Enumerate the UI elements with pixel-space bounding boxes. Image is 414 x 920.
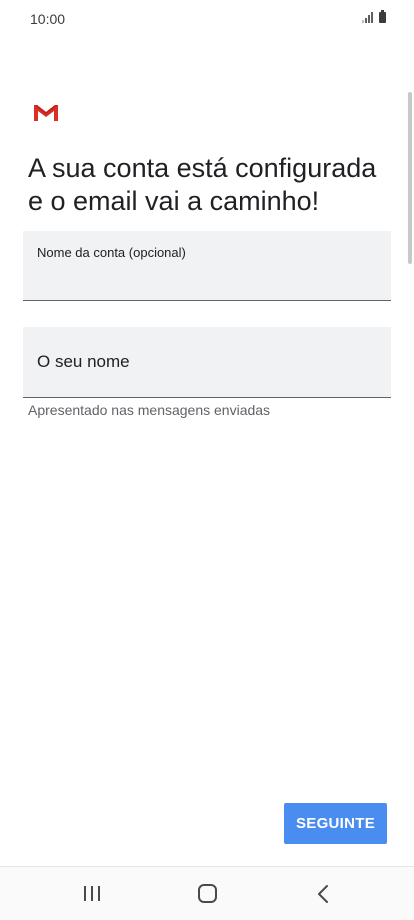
status-icons	[362, 10, 386, 23]
your-name-input[interactable]	[37, 349, 377, 375]
account-name-input[interactable]	[37, 267, 377, 289]
home-icon[interactable]	[196, 883, 220, 905]
signal-icon	[362, 12, 373, 23]
your-name-helper-text: Apresentado nas mensagens enviadas	[28, 402, 271, 418]
status-bar: 10:00	[0, 0, 414, 40]
screen: 10:00 A sua conta está configurada e o e…	[0, 0, 414, 920]
account-name-label: Nome da conta (opcional)	[37, 245, 186, 260]
scrollbar[interactable]	[408, 92, 412, 264]
account-name-field[interactable]: Nome da conta (opcional)	[23, 231, 391, 301]
battery-icon	[379, 10, 386, 23]
status-time: 10:00	[30, 11, 66, 27]
page-title: A sua conta está configurada e o email v…	[28, 153, 377, 216]
navigation-bar	[0, 866, 414, 920]
back-icon[interactable]	[312, 883, 336, 905]
gmail-icon	[34, 105, 58, 121]
recent-apps-icon[interactable]	[80, 883, 104, 905]
next-button[interactable]: SEGUINTE	[284, 803, 387, 844]
your-name-field[interactable]	[23, 327, 391, 398]
